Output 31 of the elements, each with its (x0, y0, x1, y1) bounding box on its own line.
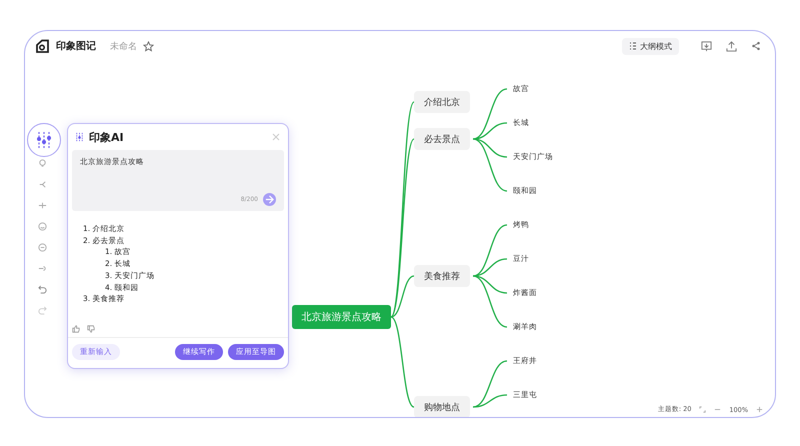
thumbs-down-icon[interactable] (87, 325, 95, 333)
sparkle-icon (74, 132, 85, 142)
zoom-in-icon[interactable] (756, 406, 763, 413)
send-button[interactable] (263, 193, 276, 206)
topic-node[interactable]: 美食推荐 (414, 265, 470, 287)
close-icon[interactable] (272, 133, 280, 141)
share-icon[interactable] (751, 41, 761, 51)
topic-node[interactable]: 必去景点 (414, 128, 470, 150)
logo-icon (35, 38, 50, 54)
smiley-icon[interactable] (38, 222, 46, 231)
topic-node[interactable]: 购物地点 (414, 396, 470, 417)
list-icon (629, 42, 637, 50)
app-name: 印象图记 (56, 40, 96, 53)
present-icon[interactable] (701, 40, 712, 52)
topic-node[interactable]: 介绍北京 (414, 91, 470, 113)
zoom-out-icon[interactable] (714, 406, 722, 413)
arrow-icon (265, 195, 274, 204)
minus-circle-icon[interactable] (38, 243, 46, 252)
ai-assistant-button[interactable] (27, 123, 61, 157)
branch-icon[interactable] (38, 180, 46, 189)
panel-title: 印象AI (89, 130, 124, 144)
insert-icon[interactable] (38, 201, 46, 210)
redo-icon[interactable] (38, 306, 46, 315)
upload-icon[interactable] (726, 40, 737, 52)
bulb-icon[interactable] (38, 159, 46, 168)
fit-screen-icon[interactable] (699, 406, 706, 413)
outline-mode-button[interactable]: 大纲模式 (622, 38, 679, 54)
sliders-icon (34, 130, 54, 150)
star-icon[interactable] (143, 40, 154, 52)
thumbs-up-icon[interactable] (72, 325, 80, 333)
undo-icon[interactable] (38, 285, 46, 294)
